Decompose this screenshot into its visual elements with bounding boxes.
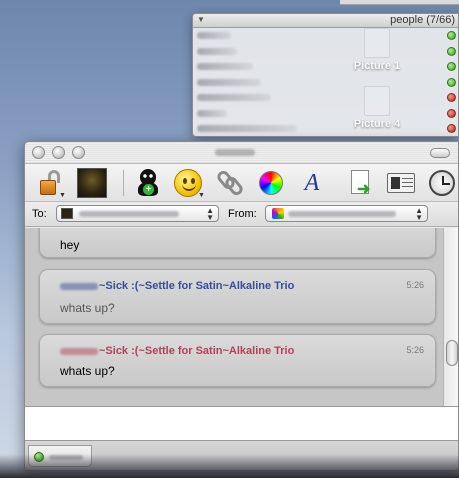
buddy-row[interactable] bbox=[193, 121, 458, 136]
desktop-file-label: Picture 4 bbox=[353, 118, 401, 130]
chat-toolbar: ▼ + ▼ A ➜ bbox=[25, 164, 458, 202]
send-file-icon[interactable]: ➜ bbox=[345, 168, 375, 198]
desktop-file-picture-1[interactable]: Picture 1 bbox=[347, 28, 407, 72]
from-account-select[interactable]: ▲ ▼ bbox=[265, 205, 428, 222]
link-icon[interactable] bbox=[214, 168, 246, 198]
desktop-file-picture-4[interactable]: Picture 4 bbox=[347, 86, 407, 130]
status-online-icon bbox=[447, 62, 456, 71]
buddy-name-redacted bbox=[197, 125, 297, 132]
desktop-background-bottom bbox=[0, 454, 459, 478]
status-away-icon bbox=[447, 124, 456, 133]
menubar-fragment bbox=[340, 0, 459, 5]
buddy-row[interactable] bbox=[193, 28, 458, 44]
buddy-row[interactable] bbox=[193, 75, 458, 91]
message-bubble: ~Sick :(~Settle for Satin~Alkaline Trio … bbox=[39, 269, 436, 324]
buddy-row[interactable] bbox=[193, 59, 458, 75]
scrollbar-thumb[interactable] bbox=[446, 340, 458, 366]
buddy-group-title: people (7/66) bbox=[390, 14, 455, 26]
buddy-row[interactable] bbox=[193, 44, 458, 60]
status-online-icon bbox=[447, 31, 456, 40]
message-text: hey bbox=[60, 238, 80, 252]
smiley-icon[interactable]: ▼ bbox=[173, 168, 205, 199]
buddy-row[interactable] bbox=[193, 106, 458, 122]
disclosure-triangle-icon[interactable]: ▼ bbox=[197, 15, 205, 24]
sender-status-text: ~Sick :(~Settle for Satin~Alkaline Trio bbox=[99, 280, 295, 292]
to-account-select[interactable]: ▲ ▼ bbox=[56, 205, 219, 222]
status-away-icon bbox=[447, 108, 456, 118]
select-arrows-icon: ▲ ▼ bbox=[206, 206, 214, 222]
color-icon[interactable] bbox=[256, 168, 286, 198]
status-away-icon bbox=[447, 93, 456, 102]
message-sender: ~Sick :(~Settle for Satin~Alkaline Trio bbox=[60, 345, 294, 357]
message-text: whats up? bbox=[60, 301, 115, 315]
font-icon[interactable]: A bbox=[297, 168, 327, 198]
message-input[interactable] bbox=[25, 406, 458, 440]
buddy-name-redacted bbox=[197, 94, 271, 101]
status-online-icon bbox=[447, 46, 456, 56]
buddy-name-redacted bbox=[197, 47, 237, 55]
buddy-thumbnail bbox=[61, 208, 73, 219]
message-transcript[interactable]: hey ~Sick :(~Settle for Satin~Alkaline T… bbox=[25, 228, 443, 406]
message-sender: ~Sick :(~Settle for Satin~Alkaline Trio bbox=[60, 280, 294, 292]
buddy-list-window: ▼ people (7/66) Picture 1 Picture 4 bbox=[192, 13, 459, 137]
zoom-button[interactable] bbox=[72, 146, 85, 159]
transcript-scrollbar[interactable] bbox=[443, 228, 458, 406]
clock-icon[interactable] bbox=[427, 168, 457, 198]
document-icon bbox=[364, 86, 390, 116]
select-arrows-icon: ▲ ▼ bbox=[415, 206, 423, 222]
from-label: From: bbox=[228, 208, 257, 220]
toolbar-toggle-button[interactable] bbox=[430, 148, 450, 158]
add-buddy-icon[interactable]: + bbox=[133, 168, 163, 198]
message-text: whats up? bbox=[60, 364, 115, 378]
toolbar-divider bbox=[123, 170, 124, 196]
message-timestamp: 5:26 bbox=[406, 280, 424, 290]
desktop-file-label: Picture 1 bbox=[353, 60, 401, 72]
message-bubble: ~Sick :(~Settle for Satin~Alkaline Trio … bbox=[39, 334, 436, 387]
status-online-icon bbox=[447, 77, 456, 87]
aim-logo-icon bbox=[272, 208, 284, 219]
message-bubble: hey bbox=[39, 228, 436, 258]
document-icon bbox=[364, 28, 390, 58]
window-title-redacted bbox=[215, 149, 255, 156]
avatar bbox=[77, 168, 107, 198]
sender-status-text: ~Sick :(~Settle for Satin~Alkaline Trio bbox=[99, 345, 295, 357]
lock-icon[interactable]: ▼ bbox=[35, 168, 66, 199]
chat-titlebar[interactable] bbox=[25, 142, 458, 164]
address-bar: To: ▲ ▼ From: ▲ ▼ bbox=[25, 202, 458, 227]
to-name-redacted bbox=[79, 211, 179, 217]
close-button[interactable] bbox=[32, 146, 45, 159]
to-label: To: bbox=[32, 208, 47, 220]
buddy-row[interactable] bbox=[193, 90, 458, 106]
from-name-redacted bbox=[288, 211, 396, 217]
sender-name-redacted bbox=[60, 347, 98, 355]
buddy-name-redacted bbox=[197, 32, 231, 39]
buddy-list-titlebar[interactable]: ▼ people (7/66) bbox=[193, 14, 458, 28]
buddy-name-redacted bbox=[197, 109, 227, 117]
minimize-button[interactable] bbox=[52, 146, 65, 159]
message-timestamp: 5:26 bbox=[406, 345, 424, 355]
chat-window: ▼ + ▼ A ➜ To: ▲ ▼ From: ▲ ▼ hey ~Sick:(… bbox=[24, 141, 459, 471]
buddy-name-redacted bbox=[197, 78, 261, 86]
buddy-info-icon[interactable] bbox=[386, 168, 416, 198]
buddy-name-redacted bbox=[197, 63, 253, 70]
buddy-icon-image[interactable] bbox=[77, 168, 107, 198]
sender-name-redacted bbox=[60, 282, 98, 290]
